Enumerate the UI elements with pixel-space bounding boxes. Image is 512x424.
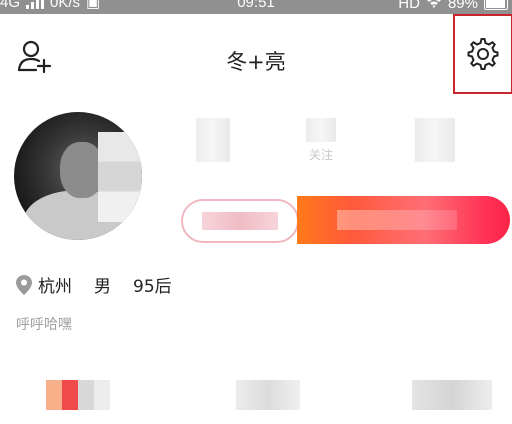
location-text: 杭州 bbox=[38, 277, 72, 297]
button-label-blurred bbox=[337, 210, 457, 230]
battery-icon bbox=[484, 0, 508, 10]
profile-tabs bbox=[0, 372, 512, 422]
top-bar: 冬+亮 bbox=[0, 14, 512, 94]
age-text: 95后 bbox=[133, 277, 172, 297]
avatar-mosaic bbox=[98, 132, 142, 222]
button-label-blurred bbox=[202, 212, 278, 230]
gender-text: 男 bbox=[94, 277, 111, 297]
stat-item-1[interactable] bbox=[178, 118, 248, 162]
wifi-icon bbox=[426, 0, 442, 11]
tab-3[interactable] bbox=[412, 380, 492, 410]
page-title: 冬+亮 bbox=[226, 50, 286, 74]
avatar[interactable] bbox=[14, 112, 142, 240]
primary-action-button[interactable] bbox=[297, 196, 510, 244]
gear-icon bbox=[467, 38, 499, 70]
status-bar: 4G 0K/s ▣ 09:51 HD 89% bbox=[0, 0, 512, 14]
settings-button[interactable] bbox=[453, 14, 512, 94]
stat-value-blurred bbox=[196, 118, 230, 162]
tab-2[interactable] bbox=[236, 380, 300, 410]
location-pin-icon bbox=[16, 274, 32, 295]
stat-item-3[interactable] bbox=[400, 118, 470, 162]
stat-label-following: 关注 bbox=[308, 148, 333, 162]
edit-profile-button[interactable] bbox=[181, 199, 299, 243]
battery-percent: 89% bbox=[447, 0, 478, 12]
stat-item-following[interactable]: 关注 bbox=[286, 118, 356, 163]
stat-value-blurred bbox=[306, 118, 336, 142]
profile-info: 杭州 男 95后 bbox=[16, 272, 194, 297]
bio-text: 呼呼哈嘿 bbox=[16, 317, 72, 333]
tab-works[interactable] bbox=[46, 380, 110, 410]
status-right: HD 89% bbox=[398, 0, 508, 11]
hd-indicator: HD bbox=[398, 0, 420, 12]
stat-value-blurred bbox=[415, 118, 455, 162]
